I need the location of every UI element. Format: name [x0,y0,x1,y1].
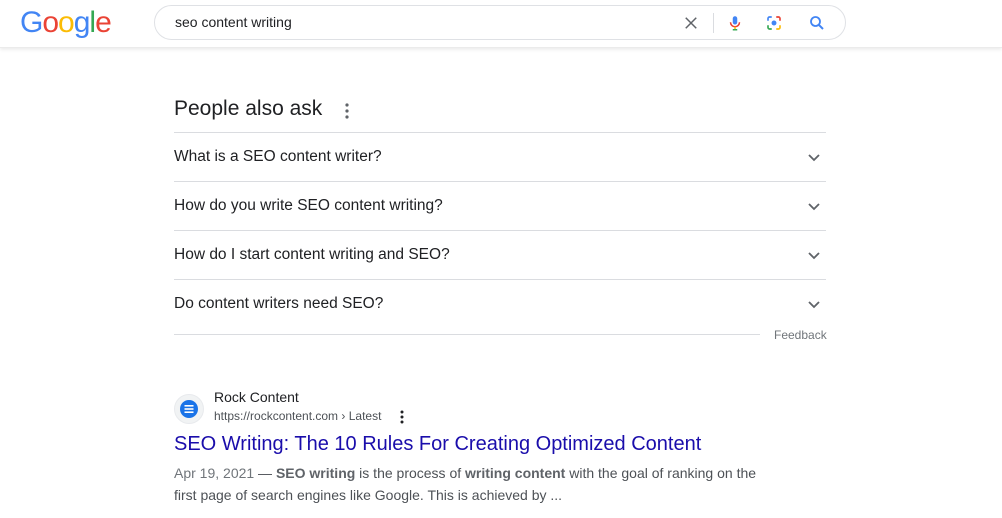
divider [174,132,826,133]
search-divider [713,13,714,33]
result-url[interactable]: https://rockcontent.com › Latest [214,409,381,423]
divider [174,279,826,280]
logo-letter: o [42,6,59,39]
logo-letter: o [58,6,75,39]
snippet-bold: SEO writing [275,465,356,481]
more-vert-icon[interactable] [397,409,407,425]
more-vert-icon[interactable] [340,102,354,120]
paa-question[interactable]: What is a SEO content writer? [174,148,382,166]
mic-icon[interactable] [726,14,744,32]
search-box[interactable]: seo content writing [154,5,846,40]
snippet-text: — [254,465,276,481]
chevron-down-icon[interactable] [806,296,822,312]
feedback-link[interactable]: Feedback [774,328,827,342]
result-title-link[interactable]: SEO Writing: The 10 Rules For Creating O… [174,433,701,456]
result-snippet: Apr 19, 2021 — SEO writing is the proces… [174,462,774,506]
search-icon[interactable] [808,14,826,32]
logo-letter: G [20,6,43,39]
chevron-down-icon[interactable] [806,198,822,214]
chevron-down-icon[interactable] [806,247,822,263]
paa-title: People also ask [174,97,323,120]
search-input[interactable]: seo content writing [175,14,292,30]
chevron-down-icon[interactable] [806,149,822,165]
result-site-name[interactable]: Rock Content [214,389,299,405]
paa-question[interactable]: Do content writers need SEO? [174,295,383,313]
paa-question[interactable]: How do you write SEO content writing? [174,197,443,215]
lens-icon[interactable] [765,14,783,32]
divider [174,181,826,182]
close-icon[interactable] [682,14,700,32]
snippet-bold: writing content [465,465,566,481]
logo-letter: g [73,6,91,39]
top-bar: Google seo content writing [0,0,1002,48]
divider [174,334,760,335]
paa-question[interactable]: How do I start content writing and SEO? [174,246,450,264]
result-date: Apr 19, 2021 [174,465,255,481]
site-favicon[interactable] [174,394,204,424]
snippet-text: is the process of [355,465,466,481]
google-logo[interactable]: Google [20,6,112,40]
document-icon [180,400,198,418]
logo-letter: e [95,6,112,39]
divider [174,230,826,231]
